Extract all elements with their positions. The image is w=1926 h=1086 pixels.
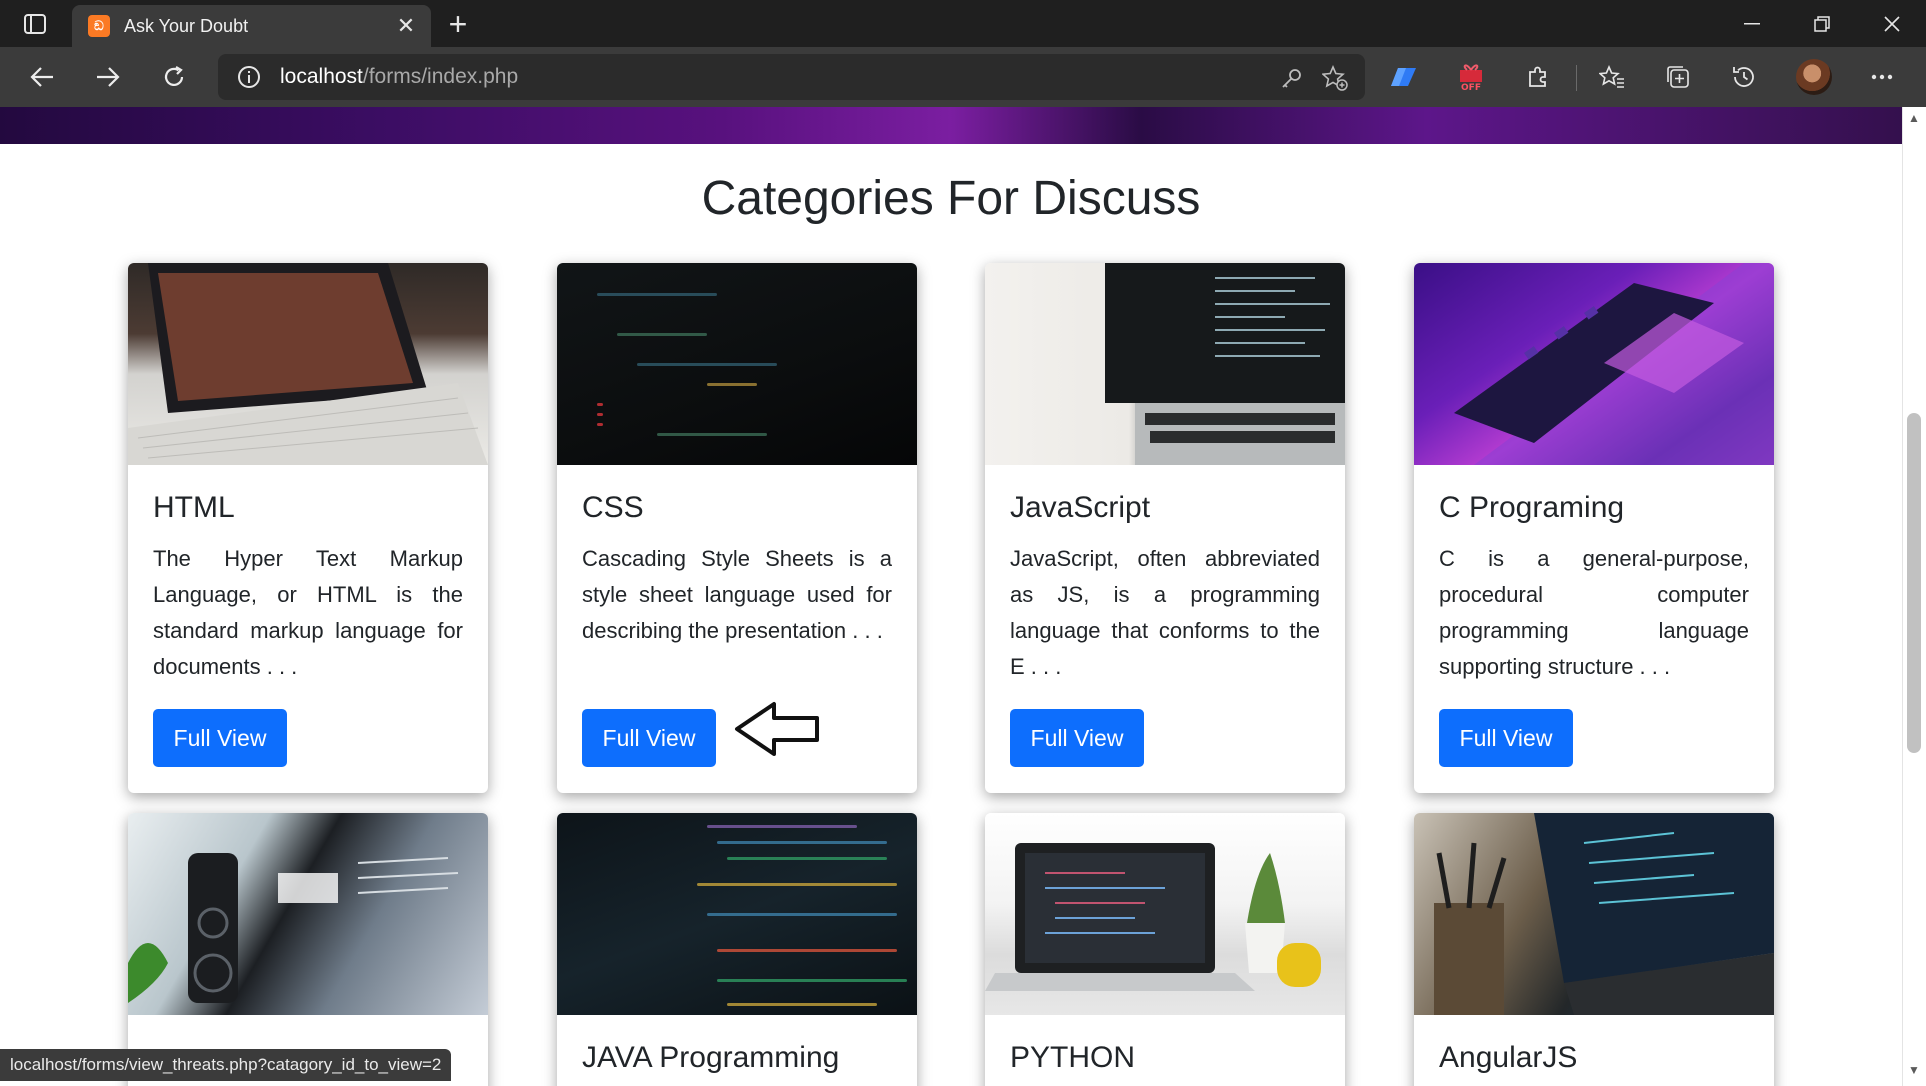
card-image-monitor	[128, 813, 488, 1015]
card-image-laptop	[128, 263, 488, 465]
card-image-laptop-pens	[1414, 813, 1774, 1015]
card-image-desk-laptop	[985, 813, 1345, 1015]
hero-carousel-bottom	[0, 107, 1902, 144]
link-status-bar: localhost/forms/view_threats.php?catagor…	[0, 1049, 452, 1081]
profile-avatar[interactable]	[1796, 59, 1832, 95]
scroll-up-icon[interactable]: ▲	[1906, 110, 1922, 126]
card-image-laptop-code	[985, 263, 1345, 465]
new-tab-icon[interactable]: +	[440, 6, 476, 42]
extension-off-icon[interactable]: OFF	[1451, 57, 1491, 97]
toolbar-separator	[1576, 65, 1577, 91]
svg-text:OFF: OFF	[1461, 83, 1481, 92]
card-title: JavaScript	[1010, 491, 1151, 524]
category-card-5	[128, 813, 488, 1086]
category-card-javascript: JavaScript JavaScript, often abbreviated…	[985, 263, 1345, 793]
page-viewport: Categories For Discuss HTML The Hyper Te…	[0, 107, 1902, 1086]
xampp-favicon-icon: ඞ	[88, 15, 110, 37]
scroll-down-icon[interactable]: ▼	[1906, 1062, 1922, 1078]
browser-toolbar: localhost/forms/index.php OFF	[0, 47, 1926, 107]
favorites-icon[interactable]	[1592, 57, 1632, 97]
category-card-html: HTML The Hyper Text Markup Language, or …	[128, 263, 488, 793]
browser-tab-bar: ඞ Ask Your Doubt ✕ +	[0, 0, 1926, 47]
forward-icon[interactable]	[88, 57, 128, 97]
card-image-code	[557, 263, 917, 465]
card-title: AngularJS	[1439, 1041, 1578, 1074]
extensions-puzzle-icon[interactable]	[1518, 57, 1558, 97]
tab-actions-icon[interactable]	[14, 8, 56, 40]
card-description: JavaScript, often abbreviated as JS, is …	[1010, 546, 1320, 679]
more-menu-icon[interactable]	[1862, 57, 1902, 97]
pointer-arrow-icon	[735, 702, 819, 756]
full-view-button[interactable]: Full View	[582, 709, 716, 767]
card-title: JAVA Programming	[582, 1041, 840, 1074]
full-view-button[interactable]: Full View	[1010, 709, 1144, 767]
browser-tab[interactable]: ඞ Ask Your Doubt ✕	[72, 5, 431, 47]
category-card-java: JAVA Programming	[557, 813, 917, 1086]
card-description: C is a general-purpose, procedural compu…	[1439, 546, 1749, 679]
card-image-java-code	[557, 813, 917, 1015]
reload-icon[interactable]	[154, 57, 194, 97]
full-view-button[interactable]: Full View	[153, 709, 287, 767]
category-card-python: PYTHON	[985, 813, 1345, 1086]
minimize-icon[interactable]	[1718, 0, 1786, 47]
restore-icon[interactable]	[1788, 0, 1856, 47]
category-card-angularjs: AngularJS	[1414, 813, 1774, 1086]
collections-icon[interactable]	[1658, 57, 1698, 97]
url-host: localhost	[280, 65, 363, 88]
tab-title: Ask Your Doubt	[124, 15, 249, 36]
tab-close-icon[interactable]: ✕	[393, 13, 419, 39]
card-title: CSS	[582, 491, 644, 524]
password-key-icon[interactable]	[1276, 62, 1308, 94]
add-favorite-icon[interactable]	[1319, 62, 1351, 94]
full-view-button[interactable]: Full View	[1439, 709, 1573, 767]
card-title: PYTHON	[1010, 1041, 1136, 1074]
back-icon[interactable]	[22, 57, 62, 97]
category-card-c-programing: C Programing C is a general-purpose, pro…	[1414, 263, 1774, 793]
window-close-icon[interactable]	[1858, 0, 1926, 47]
site-info-icon[interactable]	[236, 64, 262, 90]
address-bar[interactable]: localhost/forms/index.php	[218, 54, 1365, 100]
card-description: Cascading Style Sheets is a style sheet …	[582, 546, 892, 643]
scrollbar-thumb[interactable]	[1907, 413, 1921, 753]
url-path: /forms/index.php	[362, 65, 519, 88]
page-title: Categories For Discuss	[701, 172, 1201, 225]
extension-arrow-icon[interactable]	[1384, 57, 1424, 97]
history-icon[interactable]	[1724, 57, 1764, 97]
card-image-purple-laptop	[1414, 263, 1774, 465]
card-description: The Hyper Text Markup Language, or HTML …	[153, 546, 463, 679]
card-title: HTML	[153, 491, 235, 524]
card-title: C Programing	[1439, 491, 1625, 524]
